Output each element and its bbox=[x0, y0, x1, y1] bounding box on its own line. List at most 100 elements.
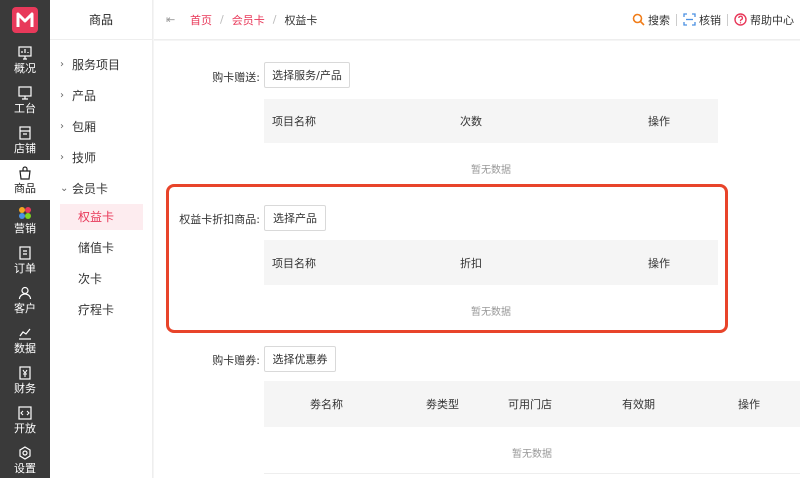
nav-item-goods[interactable]: 商品 bbox=[0, 160, 50, 200]
column-header: 操作 bbox=[738, 398, 760, 411]
user-icon bbox=[18, 285, 32, 301]
nav-item-open[interactable]: 开放 bbox=[0, 400, 50, 440]
nav-item-finance[interactable]: 财务 bbox=[0, 360, 50, 400]
select-service-product-button[interactable]: 选择服务/产品 bbox=[264, 62, 350, 88]
nav-item-overview[interactable]: 概况 bbox=[0, 40, 50, 80]
nav-item-store[interactable]: 店铺 bbox=[0, 120, 50, 160]
code-icon bbox=[18, 405, 32, 421]
breadcrumb: 首页 / 会员卡 / 权益卡 bbox=[190, 12, 317, 28]
discount-label: 权益卡折扣商品: bbox=[179, 213, 260, 226]
nav-item-workbench[interactable]: 工台 bbox=[0, 80, 50, 120]
nav-item-orders[interactable]: 订单 bbox=[0, 240, 50, 280]
help-label: 帮助中心 bbox=[750, 13, 794, 27]
submenu-group-label: 包厢 bbox=[72, 120, 97, 134]
nav-item-label: 设置 bbox=[14, 462, 36, 475]
topbar: ⇤ 首页 / 会员卡 / 权益卡 搜索 核销 帮助中心 bbox=[154, 0, 800, 40]
store-icon bbox=[18, 125, 32, 141]
divider bbox=[264, 473, 800, 474]
verify-label: 核销 bbox=[699, 13, 721, 27]
nav-item-label: 商品 bbox=[14, 182, 36, 195]
help-center-button[interactable]: 帮助中心 bbox=[728, 12, 800, 28]
nav-item-settings[interactable]: 设置 bbox=[0, 440, 50, 478]
chevron-right-icon: › bbox=[60, 152, 64, 163]
search-icon bbox=[632, 13, 645, 26]
chevron-right-icon: › bbox=[60, 90, 64, 101]
submenu-group-service[interactable]: › 服务项目 bbox=[50, 49, 152, 80]
help-icon bbox=[734, 13, 747, 26]
gift-table-header: 项目名称 次数 操作 bbox=[264, 99, 718, 143]
breadcrumb-separator: / bbox=[220, 13, 224, 26]
logo-icon bbox=[12, 7, 38, 33]
nav-item-label: 店铺 bbox=[14, 142, 36, 155]
verify-button[interactable]: 核销 bbox=[677, 12, 727, 28]
breadcrumb-separator: / bbox=[272, 13, 277, 26]
select-product-button[interactable]: 选择产品 bbox=[264, 205, 326, 231]
submenu-title: 商品 bbox=[50, 0, 152, 40]
nav-item-label: 财务 bbox=[14, 382, 36, 395]
finance-icon bbox=[18, 365, 32, 381]
nav-item-label: 概况 bbox=[14, 62, 36, 75]
breadcrumb-member-card[interactable]: 会员卡 bbox=[232, 12, 265, 28]
column-header: 操作 bbox=[648, 256, 670, 270]
breadcrumb-current: 权益卡 bbox=[284, 13, 318, 27]
submenu-group-label: 技师 bbox=[72, 151, 97, 165]
marketing-icon bbox=[18, 205, 32, 221]
desktop-icon bbox=[18, 85, 32, 101]
chevron-right-icon: › bbox=[60, 59, 64, 70]
monitor-chart-icon bbox=[18, 45, 32, 61]
submenu: 商品 › 服务项目 › 产品 › 包厢 › 技师 ⌄ 会员卡 权益卡 储值卡 次卡 疗程卡 bbox=[50, 0, 153, 478]
topbar-tools: 搜索 核销 帮助中心 bbox=[626, 0, 800, 40]
column-header: 操作 bbox=[648, 115, 670, 128]
nav-item-label: 数据 bbox=[14, 342, 36, 355]
nav-item-label: 营销 bbox=[14, 222, 36, 235]
column-header: 有效期 bbox=[622, 398, 655, 411]
column-header: 项目名称 bbox=[272, 115, 316, 128]
main-content: 购卡赠送: 选择服务/产品 项目名称 次数 操作 暂无数据 权益卡折扣商品: 选… bbox=[154, 41, 800, 478]
select-coupon-button[interactable]: 选择优惠券 bbox=[264, 346, 336, 372]
chevron-right-icon: › bbox=[60, 121, 64, 132]
submenu-group-member-card[interactable]: ⌄ 会员卡 bbox=[50, 173, 152, 204]
column-header: 可用门店 bbox=[508, 398, 552, 411]
submenu-group-room[interactable]: › 包厢 bbox=[50, 111, 152, 142]
submenu-group-label: 产品 bbox=[72, 89, 97, 103]
submenu-group-technician[interactable]: › 技师 bbox=[50, 142, 152, 173]
gift-empty-text: 暂无数据 bbox=[471, 165, 511, 176]
brand-logo[interactable] bbox=[0, 0, 50, 40]
chevron-down-icon: ⌄ bbox=[60, 183, 69, 194]
nav-item-label: 工台 bbox=[14, 102, 36, 115]
breadcrumb-home[interactable]: 首页 bbox=[190, 12, 212, 28]
column-header: 折扣 bbox=[460, 256, 482, 270]
column-header: 劵名称 bbox=[310, 398, 343, 411]
submenu-item-rights-card[interactable]: 权益卡 bbox=[60, 204, 143, 230]
submenu-group-label: 服务项目 bbox=[72, 58, 121, 72]
search-button[interactable]: 搜索 bbox=[626, 12, 676, 28]
submenu-group-label: 会员卡 bbox=[72, 182, 109, 196]
submenu-group-product[interactable]: › 产品 bbox=[50, 80, 152, 111]
nav-item-marketing[interactable]: 营销 bbox=[0, 200, 50, 240]
nav-item-label: 开放 bbox=[14, 422, 36, 435]
nav-item-data[interactable]: 数据 bbox=[0, 320, 50, 360]
bag-icon bbox=[18, 165, 32, 181]
nav-item-customers[interactable]: 客户 bbox=[0, 280, 50, 320]
collapse-menu-icon[interactable]: ⇤ bbox=[166, 13, 182, 26]
nav-item-label: 客户 bbox=[14, 302, 36, 315]
settings-icon bbox=[18, 445, 32, 461]
column-header: 项目名称 bbox=[272, 256, 316, 270]
submenu-item-stored-value-card[interactable]: 储值卡 bbox=[50, 235, 144, 266]
coupon-label: 购卡赠券: bbox=[212, 354, 260, 367]
column-header: 劵类型 bbox=[426, 398, 459, 411]
discount-empty-text: 暂无数据 bbox=[471, 307, 511, 318]
submenu-item-times-card[interactable]: 次卡 bbox=[50, 266, 144, 297]
order-icon bbox=[18, 245, 32, 261]
main-nav: 概况 工台 店铺 商品 营销 订单 客户 数据 财务 开放 设置 bbox=[0, 0, 50, 478]
discount-table-header: 项目名称 折扣 操作 bbox=[264, 240, 718, 285]
coupon-empty-text: 暂无数据 bbox=[512, 449, 552, 460]
scan-icon bbox=[683, 13, 696, 26]
search-label: 搜索 bbox=[648, 13, 670, 27]
coupon-table-header: 劵名称 劵类型 可用门店 有效期 操作 bbox=[264, 381, 800, 427]
submenu-item-course-card[interactable]: 疗程卡 bbox=[50, 297, 144, 328]
gift-label: 购卡赠送: bbox=[212, 71, 260, 84]
data-icon bbox=[18, 325, 32, 341]
nav-item-label: 订单 bbox=[14, 262, 36, 275]
column-header: 次数 bbox=[460, 115, 482, 128]
